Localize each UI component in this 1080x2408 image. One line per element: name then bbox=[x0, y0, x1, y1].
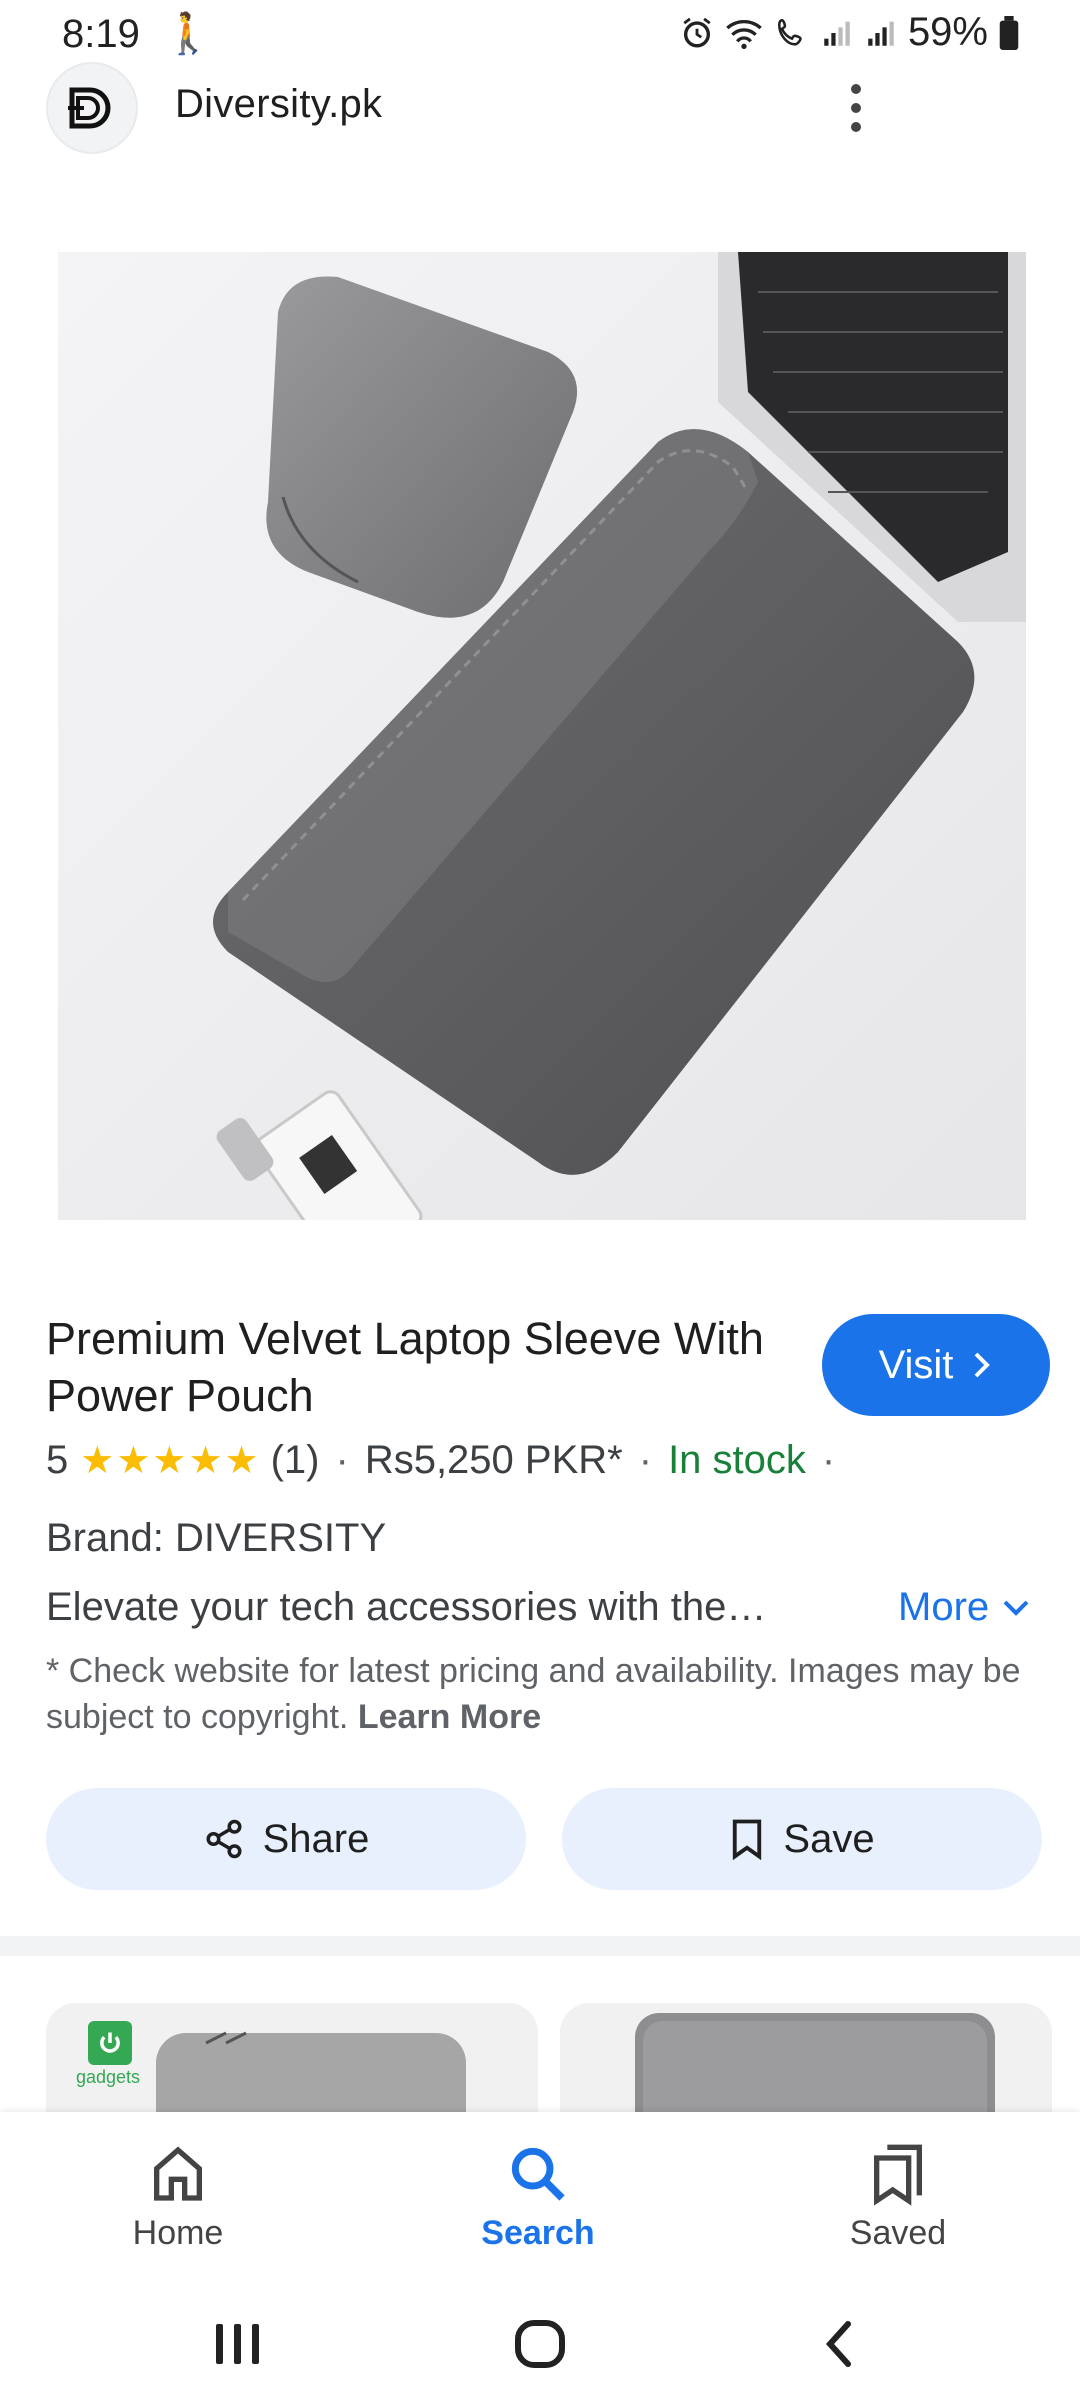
diversity-logo-icon bbox=[68, 87, 111, 129]
nav-search-label: Search bbox=[481, 2214, 595, 2252]
nav-home[interactable]: Home bbox=[58, 2112, 298, 2288]
nav-saved-label: Saved bbox=[849, 2214, 947, 2252]
separator-dot: · bbox=[335, 1438, 349, 1482]
more-dot-icon bbox=[851, 122, 861, 132]
save-label: Save bbox=[783, 1816, 875, 1861]
battery-icon bbox=[999, 15, 1019, 50]
nav-saved[interactable]: Saved bbox=[778, 2112, 1018, 2288]
walking-icon: 🚶 bbox=[162, 12, 213, 56]
back-icon[interactable] bbox=[820, 2318, 860, 2370]
bookmark-icon bbox=[733, 1819, 762, 1860]
share-icon bbox=[206, 1819, 242, 1859]
visit-label: Visit bbox=[878, 1342, 954, 1387]
site-logo[interactable] bbox=[46, 62, 138, 154]
site-name[interactable]: Diversity.pk bbox=[175, 82, 382, 127]
stock-status: In stock bbox=[668, 1438, 806, 1482]
home-icon bbox=[154, 2146, 202, 2201]
search-icon bbox=[511, 2147, 565, 2201]
separator-dot: · bbox=[821, 1438, 836, 1482]
rating-price-line: 5 ★★★★★ (1) · Rs5,250 PKR* · In stock · bbox=[46, 1438, 851, 1483]
nav-home-label: Home bbox=[132, 2214, 224, 2252]
signal-icon-1 bbox=[824, 21, 850, 46]
signal-icon-2 bbox=[868, 21, 894, 46]
system-navigation-bar bbox=[0, 2288, 1080, 2408]
disclaimer: * Check website for latest pricing and a… bbox=[46, 1648, 1046, 1740]
separator-dot: · bbox=[638, 1438, 653, 1482]
rating-value: 5 bbox=[46, 1438, 69, 1482]
more-label: More bbox=[898, 1585, 990, 1629]
more-options-button[interactable] bbox=[828, 78, 884, 138]
visit-button[interactable]: Visit bbox=[822, 1314, 1050, 1416]
status-time: 8:19 🚶 bbox=[62, 10, 213, 57]
bottom-navigation: Home Search Saved bbox=[0, 2112, 1080, 2288]
chevron-down-icon bbox=[1003, 1600, 1029, 1616]
recent-apps-icon[interactable] bbox=[212, 2318, 264, 2368]
rating-count[interactable]: (1) bbox=[271, 1438, 320, 1483]
alarm-icon bbox=[683, 17, 711, 47]
nav-search[interactable]: Search bbox=[418, 2112, 658, 2288]
more-dot-icon bbox=[851, 103, 861, 113]
section-divider bbox=[0, 1936, 1080, 1956]
wifi-icon bbox=[726, 19, 762, 49]
saved-collections-icon bbox=[874, 2144, 922, 2206]
product-title: Premium Velvet Laptop Sleeve With Power … bbox=[46, 1313, 764, 1421]
product-description: Elevate your tech accessories with the… bbox=[46, 1585, 767, 1629]
star-rating-icon: ★★★★★ bbox=[80, 1440, 261, 1482]
battery-percent: 59% bbox=[907, 10, 988, 54]
share-button[interactable]: Share bbox=[46, 1788, 526, 1890]
wifi-call-icon bbox=[777, 18, 802, 46]
gadgets-logo-text: gadgets bbox=[76, 2067, 141, 2087]
gadgets-power-icon bbox=[88, 2021, 132, 2065]
chevron-right-icon bbox=[975, 1352, 991, 1378]
brand-text: Brand: DIVERSITY bbox=[46, 1516, 387, 1560]
learn-more-link[interactable]: Learn More bbox=[358, 1698, 541, 1736]
more-dot-icon bbox=[851, 84, 861, 94]
status-bar: 8:19 🚶 59% bbox=[0, 0, 1080, 72]
home-button-icon[interactable] bbox=[512, 2318, 568, 2370]
save-button[interactable]: Save bbox=[562, 1788, 1042, 1890]
more-button[interactable]: More bbox=[898, 1585, 1031, 1630]
price: Rs5,250 PKR* bbox=[364, 1438, 623, 1482]
product-image[interactable] bbox=[58, 252, 1026, 1220]
status-icons: 59% bbox=[680, 10, 1020, 55]
share-label: Share bbox=[262, 1816, 370, 1861]
time-text: 8:19 bbox=[62, 12, 140, 56]
product-photo bbox=[58, 252, 1026, 1220]
